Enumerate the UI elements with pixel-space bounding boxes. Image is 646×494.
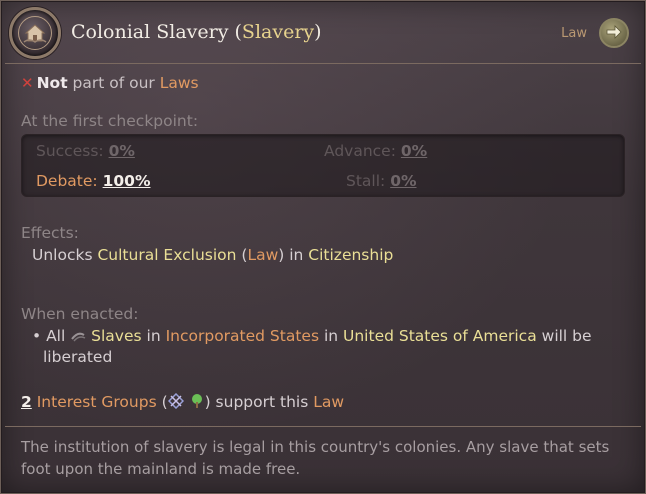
law-tooltip: Colonial Slavery (Slavery) Law ✕ Not part… — [0, 0, 646, 494]
open-law-button[interactable] — [599, 18, 629, 48]
rural-folk-icon[interactable] — [189, 393, 205, 413]
ig-paren-close: ) support this — [204, 393, 314, 411]
law-group-name[interactable]: Slavery — [242, 21, 314, 43]
effects-prefix: Unlocks — [32, 246, 98, 264]
cross-icon: ✕ — [21, 74, 34, 92]
landowners-icon[interactable] — [167, 392, 184, 413]
not-label: Not — [36, 74, 68, 92]
law-link[interactable]: Law — [247, 246, 278, 264]
checkpoint-success: Success: 0% — [36, 142, 135, 160]
effects-paren-open: ( — [236, 246, 248, 264]
law-title: Colonial Slavery (Slavery) — [71, 21, 322, 43]
status-text: part of our — [67, 74, 160, 92]
house-chain-icon — [18, 16, 52, 50]
effects-heading: Effects: — [21, 224, 79, 242]
interest-group-count[interactable]: 2 — [21, 393, 32, 411]
enacted-line: • All Slaves in Incorporated States in U… — [32, 327, 592, 347]
advance-label: Advance: — [324, 142, 396, 160]
enacted-in2: in — [319, 327, 344, 345]
enacted-line-continued: liberated — [43, 348, 113, 366]
checkpoint-stall: Stall: 0% — [346, 172, 417, 190]
stall-value[interactable]: 0% — [390, 172, 416, 190]
effects-paren-close: ) in — [278, 246, 309, 264]
checkpoint-panel: Success: 0% Advance: 0% Debate: 100% Sta… — [21, 134, 625, 197]
law-type-label: Law — [561, 26, 587, 41]
success-label: Success: — [36, 142, 104, 160]
enacted-tail: will be — [536, 327, 592, 345]
checkpoint-debate: Debate: 100% — [36, 172, 150, 190]
advance-value[interactable]: 0% — [401, 142, 427, 160]
flavor-text: The institution of slavery is legal in t… — [21, 438, 610, 478]
divider — [5, 426, 641, 427]
citizenship-link[interactable]: Citizenship — [308, 246, 393, 264]
enacted-heading: When enacted: — [21, 305, 139, 323]
debate-value[interactable]: 100% — [103, 172, 151, 190]
law-emblem — [9, 7, 61, 59]
interest-groups-line: 2 Interest Groups ( ) support this Law — [21, 392, 344, 413]
tooltip-header: Colonial Slavery (Slavery) Law — [5, 5, 641, 64]
law-title-name: Colonial Slavery ( — [71, 21, 242, 43]
arrow-right-icon — [606, 24, 622, 43]
country-link[interactable]: United States of America — [343, 327, 537, 345]
effects-line: Unlocks Cultural Exclusion (Law) in Citi… — [32, 246, 393, 264]
interest-groups-link[interactable]: Interest Groups — [37, 393, 157, 411]
laws-link[interactable]: Laws — [160, 74, 199, 92]
ig-law-link[interactable]: Law — [313, 393, 344, 411]
stall-label: Stall: — [346, 172, 386, 190]
checkpoint-heading: At the first checkpoint: — [21, 112, 199, 130]
cultural-exclusion-link[interactable]: Cultural Exclusion — [97, 246, 236, 264]
success-value[interactable]: 0% — [109, 142, 135, 160]
enacted-in1: in — [141, 327, 166, 345]
incorporated-states-link[interactable]: Incorporated States — [166, 327, 319, 345]
checkpoint-advance: Advance: 0% — [324, 142, 427, 160]
law-status-line: ✕ Not part of our Laws — [21, 74, 199, 92]
debate-label: Debate: — [36, 172, 98, 190]
enacted-bullet: • All — [32, 327, 71, 345]
law-title-close: ) — [314, 21, 322, 43]
ig-paren-open: ( — [156, 393, 168, 411]
slaves-icon — [70, 329, 86, 347]
slaves-link[interactable]: Slaves — [91, 327, 141, 345]
